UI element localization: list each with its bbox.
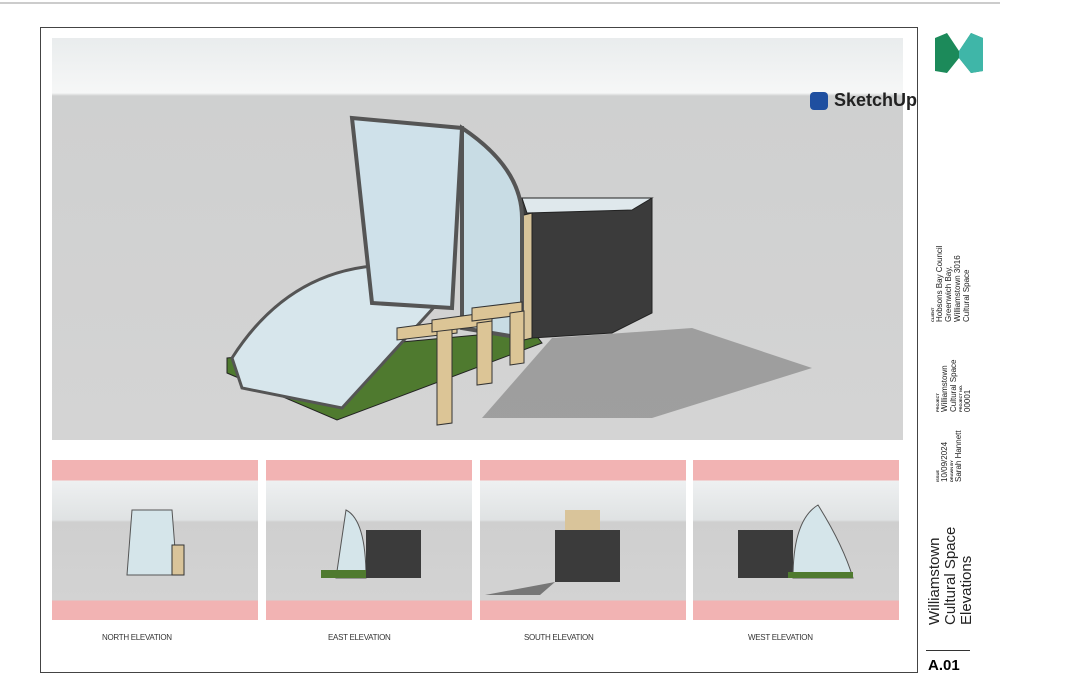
thumbnail-north <box>52 460 258 620</box>
main-3d-view: SketchUp <box>52 38 917 440</box>
dark-box <box>521 197 653 339</box>
label-east: EAST ELEVATION <box>328 633 391 642</box>
thumbnail-west <box>693 460 899 620</box>
sheet-title: Williamstown Cultural Space Elevations <box>926 526 975 625</box>
sketchup-icon <box>810 91 828 110</box>
sheet-number: A.01 <box>928 657 960 674</box>
top-rule <box>0 2 1000 4</box>
company-logo <box>935 33 983 73</box>
label-west: WEST ELEVATION <box>748 633 813 642</box>
divider <box>926 650 970 651</box>
project-block: PROJECT Williamstown Cultural Space PROJE… <box>935 359 972 412</box>
glass-frame <box>349 115 465 311</box>
client-block: CLIENT Hobsons Bay Council Greenwich Bay,… <box>930 245 971 322</box>
3d-model-drawing <box>226 115 812 426</box>
label-south: SOUTH ELEVATION <box>524 633 594 642</box>
sketchup-logo: SketchUp <box>810 90 917 111</box>
thumbnail-east <box>266 460 472 620</box>
label-north: NORTH ELEVATION <box>102 633 172 642</box>
thumbnail-south <box>480 460 686 620</box>
issue-block: ISSUE 10/09/2024 DRAWN BY Sarah Hannett <box>935 430 963 482</box>
